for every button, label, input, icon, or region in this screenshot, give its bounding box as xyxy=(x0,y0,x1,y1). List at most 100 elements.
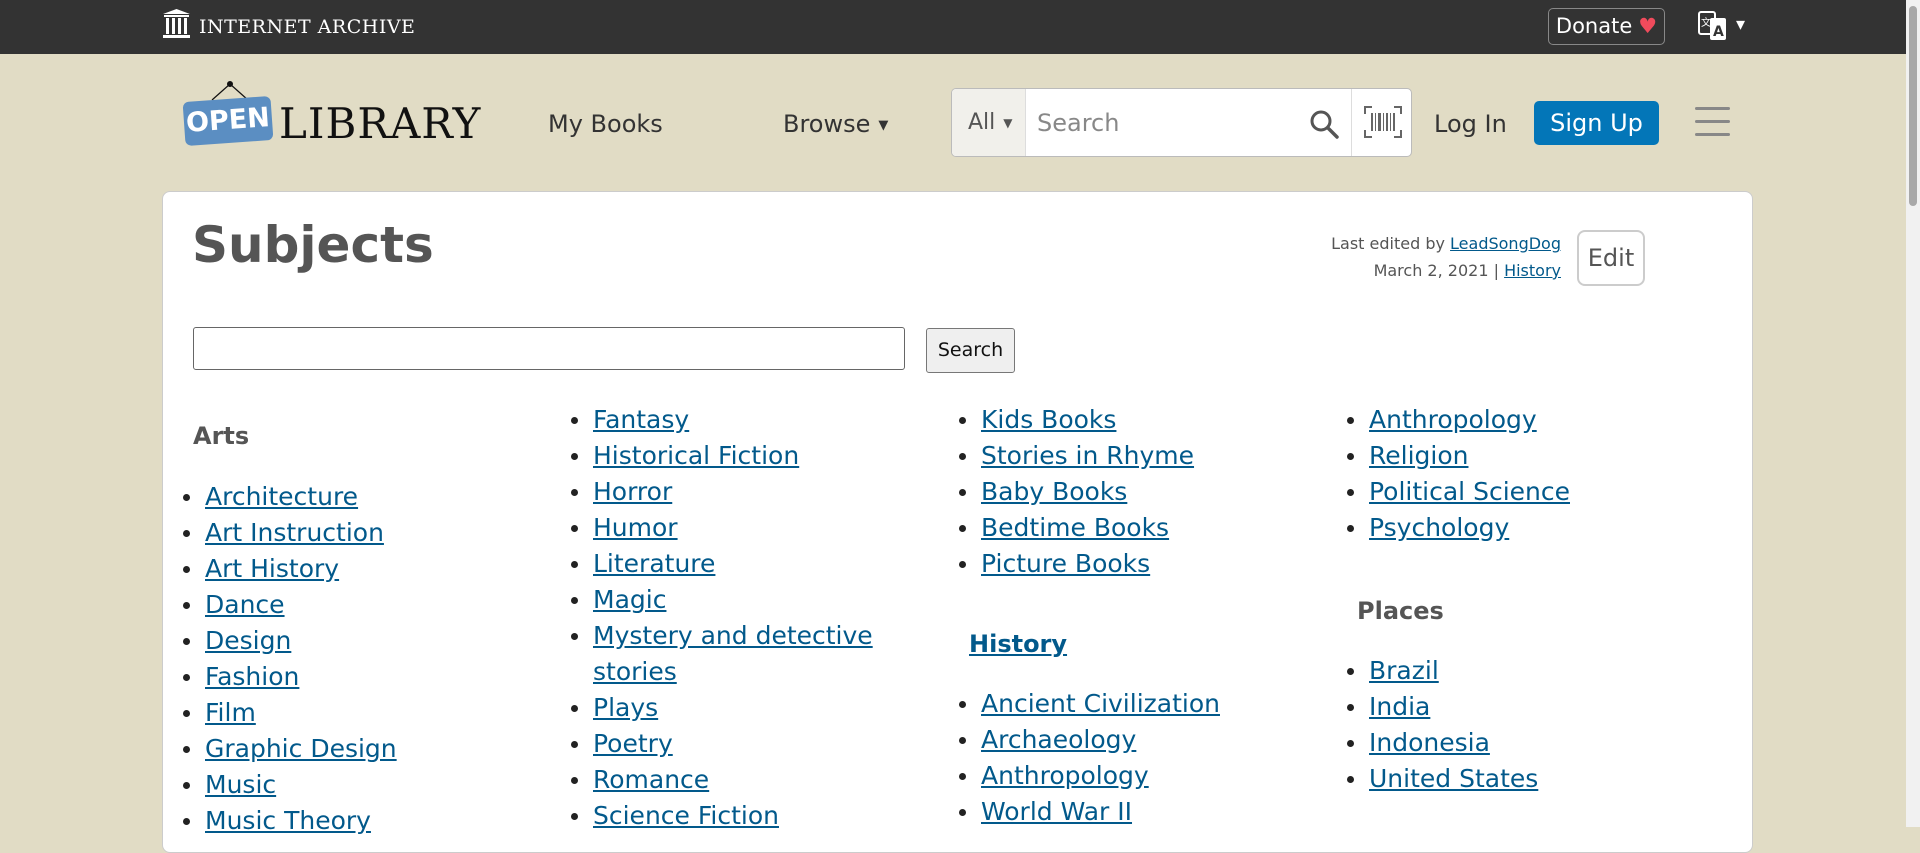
subject-link[interactable]: Art Instruction xyxy=(205,518,384,547)
subject-link[interactable]: Brazil xyxy=(1369,656,1439,685)
page-scrollbar[interactable] xyxy=(1906,0,1920,827)
subject-link[interactable]: Political Science xyxy=(1369,477,1570,506)
subject-link-continued[interactable]: stories xyxy=(593,657,677,686)
subject-link[interactable]: Architecture xyxy=(205,482,358,511)
edit-button[interactable]: Edit xyxy=(1577,230,1645,286)
subject-link[interactable]: Fashion xyxy=(205,662,299,691)
subject-link[interactable]: Science Fiction xyxy=(593,801,779,830)
subject-link[interactable]: Music xyxy=(205,770,276,799)
search-input[interactable] xyxy=(1035,99,1289,147)
kids-list: Kids Books Stories in Rhyme Baby Books B… xyxy=(958,402,1194,582)
list-item: Historical Fiction xyxy=(571,438,873,474)
list-item: Music xyxy=(183,767,397,803)
subject-link[interactable]: Poetry xyxy=(593,729,673,758)
list-item: Architecture xyxy=(183,479,397,515)
subject-link[interactable]: Baby Books xyxy=(981,477,1127,506)
browse-label: Browse xyxy=(783,110,871,138)
last-edited-prefix: Last edited by xyxy=(1331,234,1445,253)
subject-link[interactable]: Literature xyxy=(593,549,715,578)
arts-heading: Arts xyxy=(193,422,250,450)
search-scope-label: All xyxy=(968,110,996,135)
scrollbar-thumb[interactable] xyxy=(1909,6,1917,206)
list-item: Humor xyxy=(571,510,873,546)
separator: | xyxy=(1493,261,1499,280)
list-item: Design xyxy=(183,623,397,659)
subject-link[interactable]: Fantasy xyxy=(593,405,689,434)
subject-link[interactable]: Indonesia xyxy=(1369,728,1490,757)
places-heading: Places xyxy=(1357,597,1444,625)
list-item: United States xyxy=(1346,761,1538,797)
list-item: Literature xyxy=(571,546,873,582)
list-item: Art Instruction xyxy=(183,515,397,551)
list-item: Political Science xyxy=(1347,474,1570,510)
donate-button[interactable]: Donate ♥ xyxy=(1548,8,1665,45)
internet-archive-link[interactable]: INTERNET ARCHIVE xyxy=(199,16,415,38)
list-item: Film xyxy=(183,695,397,731)
social-list: Anthropology Religion Political Science … xyxy=(1347,402,1570,546)
subject-link[interactable]: Historical Fiction xyxy=(593,441,799,470)
signup-button[interactable]: Sign Up xyxy=(1534,101,1659,145)
subject-link[interactable]: Ancient Civilization xyxy=(981,689,1220,718)
list-item: Dance xyxy=(183,587,397,623)
subject-link[interactable]: Psychology xyxy=(1369,513,1509,542)
svg-text:A: A xyxy=(1713,24,1724,40)
subject-search-button[interactable]: Search xyxy=(926,328,1015,373)
search-scope-select[interactable]: All ▼ xyxy=(952,89,1026,156)
subject-link[interactable]: Religion xyxy=(1369,441,1468,470)
subject-link[interactable]: Horror xyxy=(593,477,672,506)
internet-archive-bar: INTERNET ARCHIVE Donate ♥ A 文 ▾ xyxy=(0,0,1920,54)
history-link[interactable]: History xyxy=(1504,261,1561,280)
barcode-scanner-icon[interactable] xyxy=(1351,89,1411,156)
last-edited-date: March 2, 2021 xyxy=(1373,261,1489,280)
list-item: Anthropology xyxy=(959,758,1220,794)
subject-link[interactable]: Stories in Rhyme xyxy=(981,441,1194,470)
heart-icon: ♥ xyxy=(1638,14,1658,38)
subjects-card: Subjects Last edited by LeadSongDog Marc… xyxy=(162,191,1753,853)
search-icon[interactable] xyxy=(1309,109,1339,139)
list-item: Stories in Rhyme xyxy=(958,438,1194,474)
list-item: Mystery and detective stories xyxy=(571,618,873,690)
subject-link[interactable]: India xyxy=(1369,692,1430,721)
open-library-logo[interactable]: OPEN LIBRARY xyxy=(182,80,480,160)
subject-link[interactable]: Film xyxy=(205,698,256,727)
subject-link[interactable]: Dance xyxy=(205,590,285,619)
language-icon[interactable]: A 文 xyxy=(1698,11,1728,41)
login-link[interactable]: Log In xyxy=(1434,110,1507,138)
subject-link[interactable]: Design xyxy=(205,626,291,655)
subject-link[interactable]: World War II xyxy=(981,797,1132,826)
subject-link[interactable]: Graphic Design xyxy=(205,734,397,763)
hamburger-menu-icon[interactable] xyxy=(1695,107,1730,139)
subject-link[interactable]: Anthropology xyxy=(981,761,1149,790)
history-heading: History xyxy=(969,630,1067,658)
subject-search-input[interactable] xyxy=(193,327,905,370)
subject-link[interactable]: Kids Books xyxy=(981,405,1116,434)
list-item: World War II xyxy=(959,794,1220,830)
history-heading-link[interactable]: History xyxy=(969,630,1067,658)
list-item: Fashion xyxy=(183,659,397,695)
list-item: Bedtime Books xyxy=(958,510,1194,546)
subject-link[interactable]: Romance xyxy=(593,765,709,794)
global-search: All ▼ xyxy=(951,88,1412,157)
list-item: India xyxy=(1346,689,1538,725)
browse-menu[interactable]: Browse ▼ xyxy=(783,110,888,138)
list-item: Magic xyxy=(571,582,873,618)
subject-link[interactable]: Picture Books xyxy=(981,549,1150,578)
archive-pillars-icon[interactable] xyxy=(163,9,190,39)
my-books-link[interactable]: My Books xyxy=(548,110,663,138)
subject-link[interactable]: Music Theory xyxy=(205,806,371,835)
list-item: Anthropology xyxy=(1347,402,1570,438)
chevron-down-icon: ▼ xyxy=(1003,115,1013,130)
subject-link[interactable]: Anthropology xyxy=(1369,405,1537,434)
subject-link[interactable]: Mystery and detective xyxy=(593,621,873,650)
subject-link[interactable]: Archaeology xyxy=(981,725,1136,754)
last-edited-user-link[interactable]: LeadSongDog xyxy=(1450,234,1561,253)
subject-link[interactable]: United States xyxy=(1369,764,1538,793)
subject-link[interactable]: Magic xyxy=(593,585,666,614)
subject-link[interactable]: Art History xyxy=(205,554,339,583)
subject-link[interactable]: Bedtime Books xyxy=(981,513,1169,542)
subject-link[interactable]: Plays xyxy=(593,693,658,722)
list-item: Kids Books xyxy=(958,402,1194,438)
logo-open-badge: OPEN xyxy=(182,95,274,147)
language-caret-icon[interactable]: ▾ xyxy=(1736,14,1745,35)
subject-link[interactable]: Humor xyxy=(593,513,678,542)
